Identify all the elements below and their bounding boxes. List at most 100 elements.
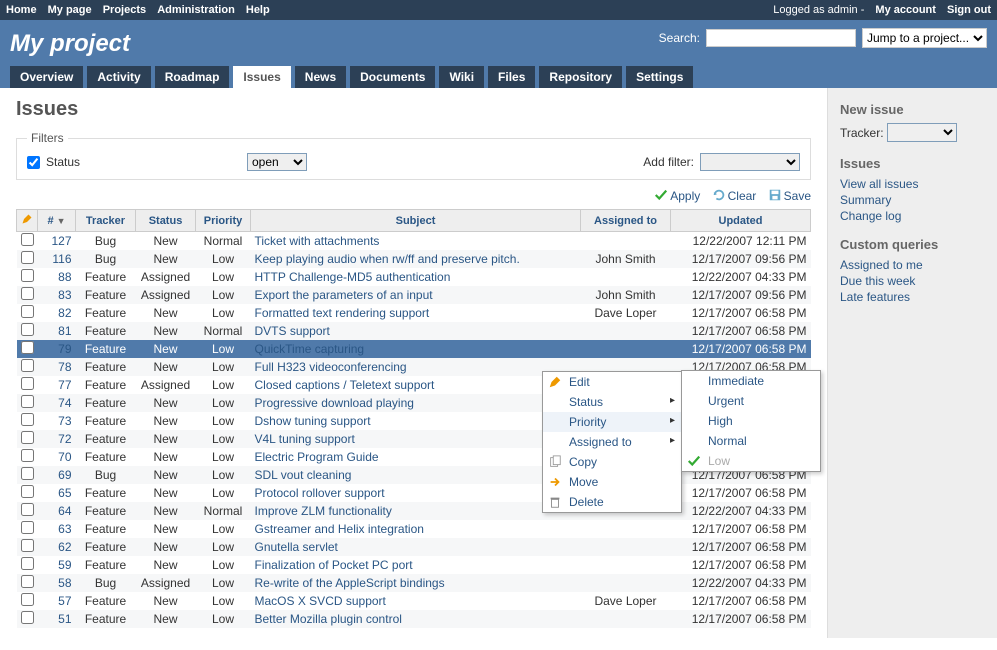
- row-checkbox[interactable]: [21, 539, 34, 552]
- nav-projects[interactable]: Projects: [103, 4, 146, 16]
- table-row[interactable]: 88FeatureAssignedLowHTTP Challenge-MD5 a…: [17, 268, 811, 286]
- table-row[interactable]: 81FeatureNewNormalDVTS support12/17/2007…: [17, 322, 811, 340]
- issue-id-link[interactable]: 127: [51, 234, 71, 248]
- issue-id-link[interactable]: 83: [58, 288, 71, 302]
- tab-wiki[interactable]: Wiki: [439, 66, 484, 88]
- row-checkbox[interactable]: [21, 503, 34, 516]
- issue-subject-link[interactable]: Export the parameters of an input: [255, 288, 433, 302]
- issue-id-link[interactable]: 58: [58, 576, 71, 590]
- add-filter-select[interactable]: [700, 153, 800, 171]
- issue-id-link[interactable]: 57: [58, 594, 71, 608]
- issue-subject-link[interactable]: Better Mozilla plugin control: [255, 612, 402, 626]
- filter-status-select[interactable]: open: [247, 153, 307, 171]
- search-input[interactable]: [706, 29, 856, 47]
- row-checkbox[interactable]: [21, 485, 34, 498]
- col-subject[interactable]: Subject: [251, 210, 581, 232]
- issue-id-link[interactable]: 62: [58, 540, 71, 554]
- row-checkbox[interactable]: [21, 449, 34, 462]
- issue-id-link[interactable]: 116: [52, 252, 71, 266]
- issue-id-link[interactable]: 65: [58, 486, 71, 500]
- ctx-priority-immediate[interactable]: Immediate: [682, 371, 820, 391]
- nav-administration[interactable]: Administration: [157, 4, 235, 16]
- issue-id-link[interactable]: 79: [58, 342, 71, 356]
- issue-subject-link[interactable]: SDL vout cleaning: [255, 468, 352, 482]
- table-row[interactable]: 57FeatureNewLowMacOS X SVCD supportDave …: [17, 592, 811, 610]
- col-status[interactable]: Status: [136, 210, 196, 232]
- issue-id-link[interactable]: 81: [58, 324, 71, 338]
- ctx-move[interactable]: Move: [543, 472, 681, 492]
- nav-help[interactable]: Help: [246, 4, 270, 16]
- clear-link[interactable]: Clear: [712, 189, 760, 203]
- table-row[interactable]: 83FeatureAssignedLowExport the parameter…: [17, 286, 811, 304]
- issue-id-link[interactable]: 73: [58, 414, 71, 428]
- row-checkbox[interactable]: [21, 611, 34, 624]
- link-change-log[interactable]: Change log: [840, 209, 985, 223]
- issue-subject-link[interactable]: Keep playing audio when rw/ff and preser…: [255, 252, 520, 266]
- row-checkbox[interactable]: [21, 521, 34, 534]
- ctx-assigned-to[interactable]: Assigned to: [543, 432, 681, 452]
- row-checkbox[interactable]: [21, 233, 34, 246]
- project-jump-select[interactable]: Jump to a project...: [862, 28, 987, 48]
- col-assigned[interactable]: Assigned to: [581, 210, 671, 232]
- issue-subject-link[interactable]: MacOS X SVCD support: [255, 594, 386, 608]
- issue-subject-link[interactable]: Dshow tuning support: [255, 414, 371, 428]
- table-row[interactable]: 51FeatureNewLowBetter Mozilla plugin con…: [17, 610, 811, 628]
- issue-subject-link[interactable]: Ticket with attachments: [255, 234, 380, 248]
- table-row[interactable]: 64FeatureNewNormalImprove ZLM functional…: [17, 502, 811, 520]
- apply-link[interactable]: Apply: [654, 189, 703, 203]
- table-row[interactable]: 58BugAssignedLowRe-write of the AppleScr…: [17, 574, 811, 592]
- tab-repository[interactable]: Repository: [539, 66, 622, 88]
- row-checkbox[interactable]: [21, 413, 34, 426]
- row-checkbox[interactable]: [21, 323, 34, 336]
- row-checkbox[interactable]: [21, 359, 34, 372]
- issue-id-link[interactable]: 69: [58, 468, 71, 482]
- issue-id-link[interactable]: 88: [58, 270, 71, 284]
- row-checkbox[interactable]: [21, 575, 34, 588]
- issue-subject-link[interactable]: QuickTime capturing: [255, 342, 365, 356]
- table-row[interactable]: 79FeatureNewLowQuickTime capturing12/17/…: [17, 340, 811, 358]
- issue-subject-link[interactable]: Gstreamer and Helix integration: [255, 522, 424, 536]
- issue-subject-link[interactable]: Protocol rollover support: [255, 486, 385, 500]
- issue-id-link[interactable]: 77: [58, 378, 71, 392]
- ctx-edit[interactable]: Edit: [543, 372, 681, 392]
- table-row[interactable]: 59FeatureNewLowFinalization of Pocket PC…: [17, 556, 811, 574]
- tab-news[interactable]: News: [295, 66, 346, 88]
- ctx-priority-low[interactable]: Low: [682, 451, 820, 471]
- row-checkbox[interactable]: [21, 593, 34, 606]
- row-checkbox[interactable]: [21, 431, 34, 444]
- issue-id-link[interactable]: 64: [58, 504, 71, 518]
- issue-id-link[interactable]: 59: [58, 558, 71, 572]
- tab-overview[interactable]: Overview: [10, 66, 83, 88]
- issue-subject-link[interactable]: DVTS support: [255, 324, 330, 338]
- issue-subject-link[interactable]: Re-write of the AppleScript bindings: [255, 576, 445, 590]
- issue-id-link[interactable]: 63: [58, 522, 71, 536]
- row-checkbox[interactable]: [21, 467, 34, 480]
- ctx-priority[interactable]: Priority ImmediateUrgentHighNormalLow: [543, 412, 681, 432]
- issue-id-link[interactable]: 72: [58, 432, 71, 446]
- tab-files[interactable]: Files: [488, 66, 535, 88]
- row-checkbox[interactable]: [21, 287, 34, 300]
- filter-status-checkbox[interactable]: [27, 156, 40, 169]
- ctx-copy[interactable]: Copy: [543, 452, 681, 472]
- ctx-priority-urgent[interactable]: Urgent: [682, 391, 820, 411]
- row-checkbox[interactable]: [21, 305, 34, 318]
- ctx-priority-submenu[interactable]: ImmediateUrgentHighNormalLow: [681, 370, 821, 472]
- issue-subject-link[interactable]: Gnutella servlet: [255, 540, 338, 554]
- link-due-this-week[interactable]: Due this week: [840, 274, 985, 288]
- table-row[interactable]: 127BugNewNormalTicket with attachments12…: [17, 232, 811, 251]
- tab-activity[interactable]: Activity: [87, 66, 150, 88]
- link-summary[interactable]: Summary: [840, 193, 985, 207]
- col-priority[interactable]: Priority: [196, 210, 251, 232]
- issue-subject-link[interactable]: Full H323 videoconferencing: [255, 360, 407, 374]
- nav-my-page[interactable]: My page: [48, 4, 92, 16]
- save-link[interactable]: Save: [768, 189, 811, 203]
- col-check[interactable]: [17, 210, 38, 232]
- link-late-features[interactable]: Late features: [840, 290, 985, 304]
- col-id[interactable]: # ▼: [38, 210, 76, 232]
- tab-roadmap[interactable]: Roadmap: [155, 66, 230, 88]
- row-checkbox[interactable]: [21, 269, 34, 282]
- issue-id-link[interactable]: 78: [58, 360, 71, 374]
- ctx-status[interactable]: Status: [543, 392, 681, 412]
- issue-subject-link[interactable]: V4L tuning support: [255, 432, 355, 446]
- issue-id-link[interactable]: 51: [58, 612, 71, 626]
